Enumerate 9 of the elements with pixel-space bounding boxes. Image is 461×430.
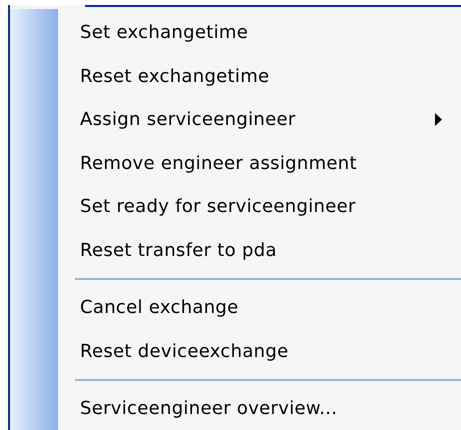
menu-item[interactable]: Serviceengineer overview...: [10, 387, 461, 430]
menu-item[interactable]: Cancel exchange: [10, 286, 461, 330]
menu-item[interactable]: Set ready for serviceengineer: [10, 185, 461, 228]
menu-item[interactable]: Reset exchangetime: [10, 54, 461, 98]
menu-item[interactable]: Assign serviceengineer: [10, 98, 461, 142]
menu-item[interactable]: Reset transfer to pda: [10, 228, 461, 272]
menu-item[interactable]: Reset deviceexchange: [10, 330, 461, 373]
menu-item[interactable]: Remove engineer assignment: [10, 142, 461, 185]
menu-item[interactable]: Set exchangetime: [10, 11, 461, 54]
